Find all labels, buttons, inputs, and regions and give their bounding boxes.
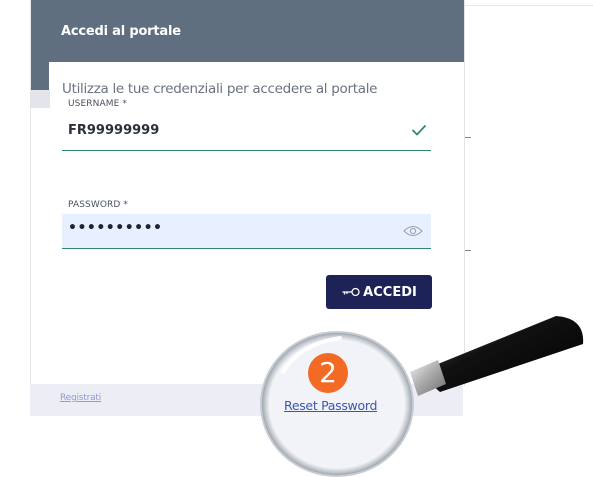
password-value: •••••••••• bbox=[68, 220, 163, 236]
login-button-label: ACCEDI bbox=[363, 284, 417, 300]
login-intro-text: Utilizza le tue credenziali per accedere… bbox=[62, 81, 378, 97]
login-title: Accedi al portale bbox=[61, 24, 181, 39]
password-label: PASSWORD * bbox=[68, 200, 128, 210]
login-footer: Registrati bbox=[30, 384, 463, 416]
username-label: USERNAME * bbox=[68, 99, 127, 109]
key-icon bbox=[342, 287, 360, 297]
login-card: Accedi al portale Utilizza le tue creden… bbox=[30, 0, 465, 386]
background-gray-strip bbox=[30, 90, 50, 108]
username-value: FR99999999 bbox=[68, 123, 160, 138]
screen: Accedi al portale Utilizza le tue creden… bbox=[0, 0, 593, 477]
page-background-left bbox=[0, 0, 30, 477]
password-field[interactable]: •••••••••• bbox=[62, 214, 431, 249]
login-card-header-accent bbox=[31, 62, 49, 90]
register-link[interactable]: Registrati bbox=[60, 393, 101, 403]
login-button[interactable]: ACCEDI bbox=[326, 275, 432, 309]
login-card-header: Accedi al portale bbox=[31, 0, 464, 62]
reset-password-link[interactable]: Reset Password bbox=[284, 398, 377, 413]
page-background-divider bbox=[463, 5, 593, 6]
eye-icon[interactable] bbox=[403, 225, 423, 237]
login-form: Utilizza le tue credenziali per accedere… bbox=[49, 62, 464, 386]
checkmark-icon bbox=[412, 125, 426, 136]
username-field[interactable]: FR99999999 bbox=[62, 114, 431, 151]
step-number-badge: 2 bbox=[308, 353, 348, 393]
